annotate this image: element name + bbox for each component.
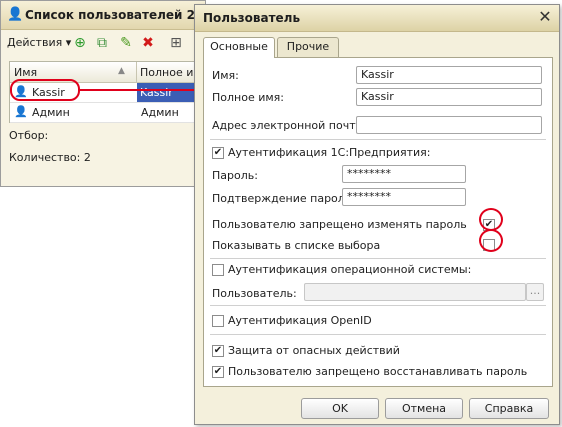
separator xyxy=(210,305,546,306)
name-field[interactable]: Kassir xyxy=(356,66,542,84)
users-list-title: Список пользователей 2 xyxy=(25,8,195,22)
password-label: Пароль: xyxy=(212,169,258,182)
user-dialog: Пользователь ✕ Основные Прочие Имя: Kass… xyxy=(194,4,560,425)
deny-restore-label: Пользователю запрещено восстанавливать п… xyxy=(228,365,528,378)
dialog-titlebar: Пользователь ✕ xyxy=(195,5,559,32)
add-icon[interactable]: ⊕ xyxy=(71,34,89,52)
separator xyxy=(210,334,546,335)
confirm-password-field[interactable]: ******** xyxy=(342,188,466,206)
os-auth-label: Аутентификация операционной системы: xyxy=(228,263,472,276)
os-user-browse-button[interactable]: ... xyxy=(526,283,544,301)
actions-menu[interactable]: Действия ▾ xyxy=(7,36,71,49)
help-button[interactable]: Справка xyxy=(469,398,549,419)
filter-label: Отбор: xyxy=(9,129,49,142)
annotation-circle xyxy=(479,229,503,252)
ok-button[interactable]: OK xyxy=(301,398,379,419)
delete-icon[interactable]: ✖ xyxy=(139,34,157,52)
cancel-button[interactable]: Отмена xyxy=(385,398,463,419)
password-field[interactable]: ******** xyxy=(342,165,466,183)
name-label: Имя: xyxy=(212,69,239,82)
deny-change-label: Пользователю запрещено изменять пароль xyxy=(212,218,467,231)
danger-protection-label: Защита от опасных действий xyxy=(228,344,400,357)
user-icon: 👤 xyxy=(14,105,28,118)
sort-icon: ▲ xyxy=(118,66,125,76)
edit-icon[interactable]: ✎ xyxy=(117,34,135,52)
openid-label: Аутентификация OpenID xyxy=(228,314,372,327)
annotation-highlight xyxy=(10,79,80,101)
confirm-password-label: Подтверждение пароля: xyxy=(212,192,356,205)
full-name-label: Полное имя: xyxy=(212,91,284,104)
close-icon[interactable]: ✕ xyxy=(537,9,553,25)
openid-checkbox[interactable] xyxy=(212,315,224,327)
auth-1c-checkbox[interactable]: ✔ xyxy=(212,147,224,159)
deny-restore-checkbox[interactable]: ✔ xyxy=(212,366,224,378)
danger-protection-checkbox[interactable]: ✔ xyxy=(212,345,224,357)
auth-1c-label: Аутентификация 1С:Предприятия: xyxy=(228,146,431,159)
annotation-circle xyxy=(479,208,503,231)
tab-main[interactable]: Основные xyxy=(203,37,275,58)
dialog-title: Пользователь xyxy=(203,11,301,25)
separator xyxy=(210,139,546,140)
show-in-list-label: Показывать в списке выбора xyxy=(212,239,381,252)
os-auth-checkbox[interactable] xyxy=(212,264,224,276)
users-list-toolbar: Действия ▾ ⊕ ⧉ ✎ ✖ ⊞ xyxy=(1,31,205,55)
users-list-titlebar: 👤 Список пользователей 2 xyxy=(1,1,205,30)
separator xyxy=(210,258,546,259)
email-label: Адрес электронной почты: xyxy=(212,119,369,132)
user-icon: 👤 xyxy=(7,7,24,22)
copy-icon[interactable]: ⧉ xyxy=(93,34,111,52)
full-name-field[interactable]: Kassir xyxy=(356,88,542,106)
tab-other[interactable]: Прочие xyxy=(277,37,339,57)
os-user-label: Пользователь: xyxy=(212,287,297,300)
table-row[interactable]: 👤 Админ Админ xyxy=(10,103,204,123)
filter-icon[interactable]: ⊞ xyxy=(167,34,185,52)
email-field[interactable] xyxy=(356,116,542,134)
os-user-field[interactable] xyxy=(304,283,526,301)
count-label: Количество: 2 xyxy=(9,151,91,164)
